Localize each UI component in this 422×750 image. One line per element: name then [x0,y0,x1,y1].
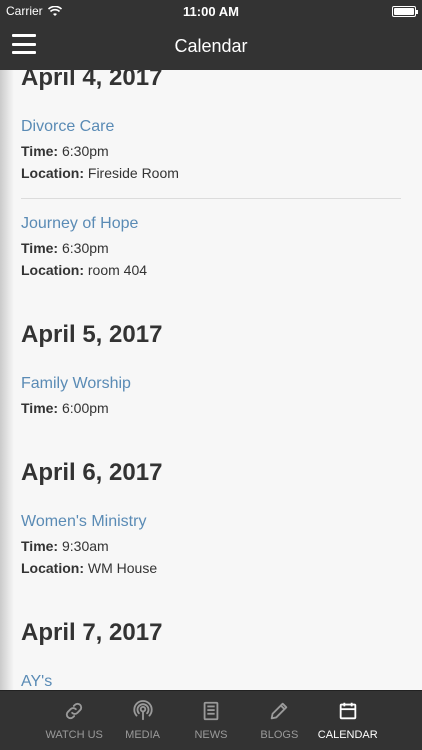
event-location-label: Location: [21,262,84,278]
calendar-day: April 5, 2017 Family Worship Time: 6:00pm [21,321,401,419]
event-title-link[interactable]: Divorce Care [21,116,401,138]
tab-bar: WATCH US MEDIA NEWS BLOGS CALENDAR [0,690,422,750]
event-location-value: WM House [87,560,158,576]
podcast-icon [132,700,154,729]
event-item: Family Worship Time: 6:00pm [21,373,401,419]
event-item: Divorce Care Time: 6:30pm Location: Firesi… [21,116,401,199]
tab-calendar[interactable]: CALENDAR [318,700,378,741]
tab-blogs[interactable]: BLOGS [249,700,309,741]
tab-label: WATCH US [45,729,103,741]
event-time-label: Time: [21,538,59,554]
event-location: Location: room 404 [21,259,401,281]
event-location-value: room 404 [87,262,148,278]
pencil-icon [268,700,290,729]
event-location-label: Location: [21,165,84,181]
event-location: Location: Fireside Room [21,162,401,184]
event-time-value: 9:30am [61,538,109,554]
event-time-value: 6:00pm [61,400,109,416]
tab-label: NEWS [194,729,228,741]
event-time-label: Time: [21,240,59,256]
event-time-value: 6:30pm [61,240,109,256]
event-item: Journey of Hope Time: 6:30pm Location: roo… [21,213,401,281]
tab-label: BLOGS [260,729,299,741]
tab-media[interactable]: MEDIA [113,700,173,741]
tab-news[interactable]: NEWS [181,700,241,741]
day-date-heading: April 7, 2017 [21,619,163,646]
day-date-heading: April 4, 2017 [21,70,163,91]
newspaper-icon [200,700,222,729]
event-title-link[interactable]: Family Worship [21,373,401,395]
menu-button[interactable] [12,34,36,54]
nav-bar: Calendar [0,22,422,70]
event-item: Women's Ministry Time: 9:30am Location: WM… [21,511,401,579]
status-bar: Carrier 11:00 AM [0,0,422,22]
calendar-list[interactable]: April 4, 2017 Divorce Care Time: 6:30pm Loc… [0,70,422,690]
status-time: 11:00 AM [183,3,239,19]
event-time-value: 6:30pm [61,143,109,159]
calendar-day: April 4, 2017 Divorce Care Time: 6:30pm Loc… [21,70,401,281]
day-date-heading: April 5, 2017 [21,321,163,348]
tab-watch-us[interactable]: WATCH US [44,700,104,741]
event-time: Time: 6:30pm [21,140,401,162]
link-icon [63,700,85,729]
event-item: AY's [21,671,401,690]
event-title-link[interactable]: AY's [21,671,401,690]
event-time: Time: 9:30am [21,535,401,557]
event-title-link[interactable]: Women's Ministry [21,511,401,533]
event-time-label: Time: [21,400,59,416]
page-title: Calendar [174,35,248,56]
event-location-value: Fireside Room [87,165,179,181]
tab-label: MEDIA [125,729,160,741]
battery-icon [392,5,418,17]
event-location-label: Location: [21,560,84,576]
calendar-icon [337,700,359,729]
event-time-label: Time: [21,143,59,159]
event-time: Time: 6:00pm [21,397,401,419]
event-title-link[interactable]: Journey of Hope [21,213,401,235]
event-time: Time: 6:30pm [21,237,401,259]
calendar-scroller: April 4, 2017 Divorce Care Time: 6:30pm Loc… [0,70,422,690]
tab-label: CALENDAR [317,729,378,741]
calendar-day: April 6, 2017 Women's Ministry Time: 9:30a… [21,459,401,579]
day-date-heading: April 6, 2017 [21,459,163,486]
calendar-day: April 7, 2017 AY's [21,619,401,690]
event-location: Location: WM House [21,557,401,579]
